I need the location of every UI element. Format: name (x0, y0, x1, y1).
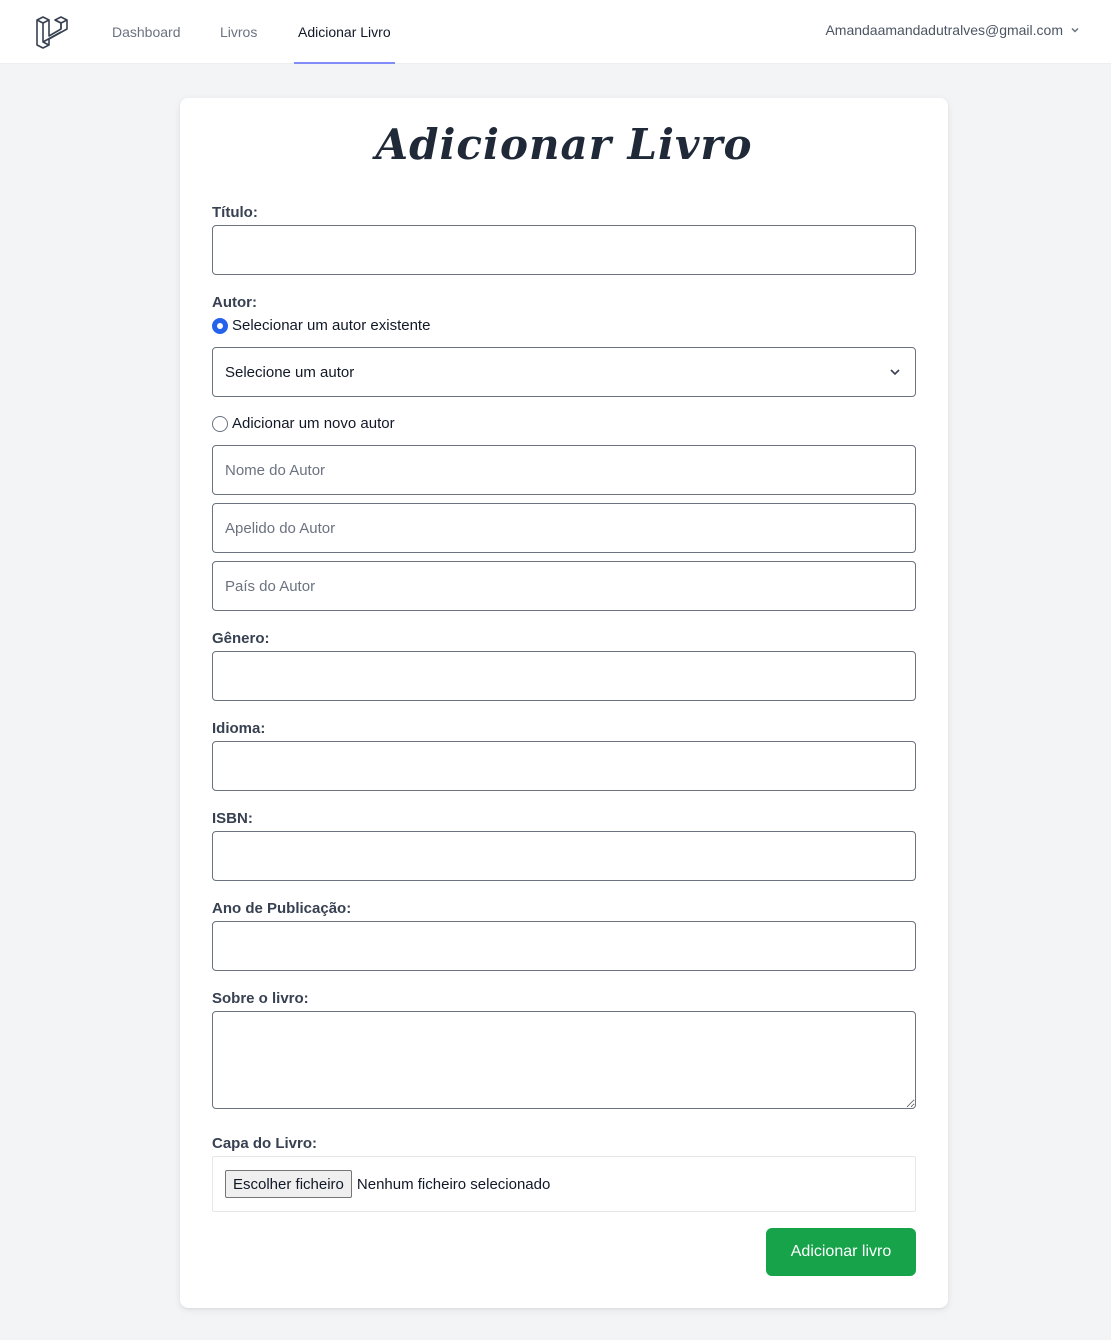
radio-existing-author-label: Selecionar um autor existente (232, 317, 431, 334)
author-last-name-input[interactable] (212, 503, 916, 553)
nav-link-adicionar-livro[interactable]: Adicionar Livro (294, 0, 395, 64)
choose-file-button[interactable]: Escolher ficheiro (225, 1170, 352, 1198)
add-book-button[interactable]: Adicionar livro (766, 1228, 916, 1276)
radio-selected-icon[interactable] (212, 317, 228, 334)
titulo-label: Título: (212, 204, 258, 221)
chevron-down-icon (890, 369, 900, 376)
autor-label: Autor: (212, 294, 257, 311)
sobre-textarea[interactable] (212, 1011, 916, 1109)
isbn-label: ISBN: (212, 810, 253, 827)
cover-file-input: Escolher ficheiro Nenhum ficheiro seleci… (212, 1156, 916, 1212)
nav-link-dashboard[interactable]: Dashboard (112, 0, 181, 64)
author-select[interactable]: Selecione um autor (212, 347, 916, 397)
idioma-input[interactable] (212, 741, 916, 791)
sobre-label: Sobre o livro: (212, 990, 309, 1007)
user-email: Amandaamandadutralves@gmail.com (825, 22, 1063, 38)
ano-label: Ano de Publicação: (212, 900, 352, 917)
page-title: Adicionar Livro (375, 120, 753, 169)
radio-existing-author[interactable]: Selecionar um autor existente (212, 317, 430, 334)
author-select-value: Selecione um autor (225, 363, 355, 381)
radio-new-author[interactable]: Adicionar um novo autor (212, 415, 395, 432)
genero-input[interactable] (212, 651, 916, 701)
idioma-label: Idioma: (212, 720, 266, 737)
titulo-input[interactable] (212, 225, 916, 275)
file-status-text: Nenhum ficheiro selecionado (356, 1175, 551, 1193)
ano-input[interactable] (212, 921, 916, 971)
nav-link-livros[interactable]: Livros (220, 0, 257, 64)
laravel-logo-icon[interactable] (34, 14, 68, 50)
radio-unselected-icon[interactable] (212, 415, 228, 432)
isbn-input[interactable] (212, 831, 916, 881)
capa-label: Capa do Livro: (212, 1135, 318, 1152)
author-first-name-input[interactable] (212, 445, 916, 495)
chevron-down-icon (1071, 27, 1079, 33)
author-country-input[interactable] (212, 561, 916, 611)
top-navigation: Dashboard Livros Adicionar Livro Amandaa… (0, 0, 1111, 64)
add-book-card: Adicionar Livro Título: Autor: Seleciona… (180, 98, 948, 1308)
genero-label: Gênero: (212, 630, 270, 647)
user-menu[interactable]: Amandaamandadutralves@gmail.com (825, 22, 1081, 38)
radio-new-author-label: Adicionar um novo autor (232, 415, 395, 432)
